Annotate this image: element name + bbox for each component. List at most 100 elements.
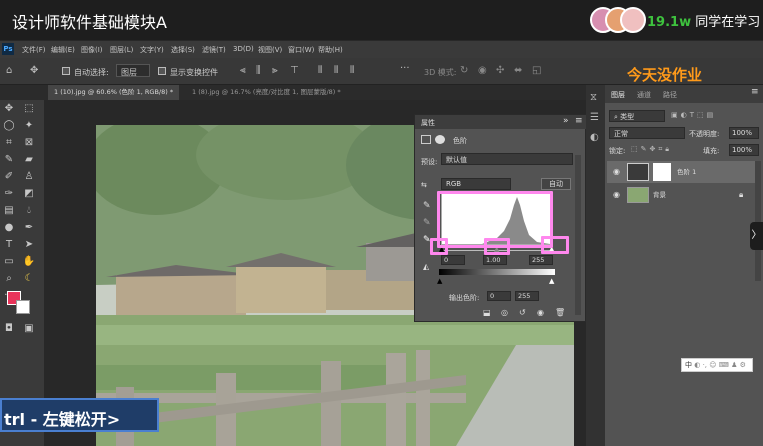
type-tool-icon[interactable]: T (2, 238, 16, 252)
auto-select-dropdown[interactable]: 图层 (116, 64, 150, 77)
3d-rotate-icon[interactable]: ↻ (460, 66, 468, 76)
distribute-icon[interactable]: ⫴ (334, 66, 338, 76)
clip-to-layer-icon[interactable]: ⬓ (483, 308, 491, 317)
zoom-tool-icon[interactable]: ⌕ (2, 272, 16, 286)
3d-roll-icon[interactable]: ◉ (478, 66, 487, 76)
move-tool-icon[interactable]: ✥ (30, 66, 38, 76)
3d-scale-icon[interactable]: ◱ (532, 66, 541, 76)
eyedropper-icon[interactable]: ✎ (2, 153, 16, 167)
auto-select-checkbox[interactable] (62, 67, 70, 75)
menu-file[interactable]: 文件(F) (22, 45, 46, 55)
blur-tool-icon[interactable]: 💧︎ (22, 204, 36, 218)
history-panel-icon[interactable]: ⧖ (590, 93, 597, 103)
distribute-icon[interactable]: ⫴ (318, 66, 322, 76)
tab-layers[interactable]: 图层 (611, 90, 625, 100)
menu-edit[interactable]: 编辑(E) (51, 45, 75, 55)
3d-pan-icon[interactable]: ✣ (496, 66, 504, 76)
channel-dropdown[interactable]: RGB (441, 178, 511, 190)
preset-dropdown[interactable]: 默认值 (441, 153, 573, 165)
visibility-icon[interactable]: ◉ (537, 308, 544, 317)
input-white-field[interactable]: 255 (529, 255, 553, 265)
path-select-icon[interactable]: ➤ (22, 238, 36, 252)
menu-help[interactable]: 帮助(H) (318, 45, 343, 55)
tab-document-1[interactable]: 1 (10).jpg @ 60.6% (色阶 1, RGB/8) * (48, 85, 180, 100)
menu-layer[interactable]: 图层(L) (110, 45, 133, 55)
crop-tool-icon[interactable]: ⌗ (2, 136, 16, 150)
gradient-tool-icon[interactable]: ▤ (2, 204, 16, 218)
gray-eyedropper-icon[interactable]: ✎ (423, 218, 431, 228)
screen-mode-icon[interactable]: ▣ (22, 322, 36, 336)
clipping-warning-icon[interactable]: ◭ (423, 262, 429, 271)
reset-icon[interactable]: ↺ (519, 308, 526, 317)
marquee-tool-icon[interactable]: ⬚ (22, 102, 36, 116)
panel-menu-icon[interactable]: ≡ (751, 87, 759, 97)
eraser-icon[interactable]: ◩ (22, 187, 36, 201)
menu-window[interactable]: 窗口(W) (288, 45, 314, 55)
distribute-icon[interactable]: ⫴ (350, 66, 354, 76)
delete-icon[interactable]: 🗑︎ (555, 308, 565, 317)
menu-type[interactable]: 文字(Y) (140, 45, 164, 55)
mask-icon[interactable] (435, 135, 445, 144)
background-color-swatch[interactable] (16, 300, 30, 314)
opacity-field[interactable]: 100% (729, 127, 759, 139)
tab-document-2[interactable]: 1 (8).jpg @ 16.7% (亮度/对比度 1, 图层蒙版/8) * (186, 85, 347, 100)
lasso-tool-icon[interactable]: ◯ (2, 119, 16, 133)
menu-image[interactable]: 图像(I) (81, 45, 103, 55)
menu-3d[interactable]: 3D(D) (233, 45, 254, 53)
auto-button[interactable]: 自动 (541, 178, 571, 190)
history-brush-icon[interactable]: ✑ (2, 187, 16, 201)
ime-mode[interactable]: 中 (685, 361, 692, 369)
output-white-field[interactable]: 255 (515, 291, 539, 301)
eye-icon[interactable]: ◉ (613, 161, 620, 183)
ime-icons[interactable]: ◐ ·, ☺ ⌨ ♟ ⚙ (694, 361, 746, 369)
layer-row-background[interactable]: ◉ 背景 🔒︎ (607, 184, 757, 206)
ime-toolbar[interactable]: 中 ◐ ·, ☺ ⌨ ♟ ⚙ (681, 358, 753, 372)
tab-channels[interactable]: 通道 (637, 90, 651, 100)
lock-icons[interactable]: ⬚✎✥⌗🔒︎ (631, 145, 672, 154)
dodge-tool-icon[interactable]: ● (2, 221, 16, 235)
align-left-icon[interactable]: ⫷ (240, 66, 246, 76)
3d-slide-icon[interactable]: ⬌ (514, 66, 522, 76)
side-expand-handle[interactable]: 〉 (750, 222, 763, 250)
input-black-field[interactable]: 0 (441, 255, 465, 265)
black-eyedropper-icon[interactable]: ✎ (423, 201, 431, 211)
home-icon[interactable]: ⌂ (6, 66, 12, 76)
brush-tool-icon[interactable]: ✐ (2, 170, 16, 184)
menu-select[interactable]: 选择(S) (171, 45, 195, 55)
align-top-icon[interactable]: ⊤ (290, 66, 299, 76)
panel-menu-icon[interactable]: ≡ (575, 116, 583, 126)
panel-scrollbar[interactable] (575, 155, 581, 315)
collapse-icon[interactable]: » (563, 116, 569, 126)
move-tool-icon[interactable]: ✥ (2, 102, 16, 116)
quick-mask-icon[interactable]: ◘ (2, 322, 16, 336)
pen-tool-icon[interactable]: ✒ (22, 221, 36, 235)
more-icon[interactable]: ··· (400, 64, 410, 74)
shape-tool-icon[interactable]: ▭ (2, 255, 16, 269)
menu-filter[interactable]: 滤镜(T) (202, 45, 226, 55)
stamp-tool-icon[interactable]: ♙ (22, 170, 36, 184)
align-center-icon[interactable]: ⫼ (256, 66, 261, 76)
ruler-icon[interactable]: ▰ (22, 153, 36, 167)
banana-icon[interactable]: ☾ (22, 272, 36, 286)
align-right-icon[interactable]: ⫸ (272, 66, 278, 76)
adjust-icon[interactable]: ⇆ (421, 181, 427, 189)
output-black-slider[interactable]: ▲ (437, 277, 442, 285)
properties-panel-icon[interactable]: ☰ (590, 113, 599, 123)
input-gamma-field[interactable]: 1.00 (483, 255, 507, 265)
hand-tool-icon[interactable]: ✋ (22, 255, 36, 269)
frame-tool-icon[interactable]: ⊠ (22, 136, 36, 150)
layer-filter-icons[interactable]: ▣◐T⬚▤ (671, 111, 716, 119)
menu-view[interactable]: 视图(V) (258, 45, 282, 55)
fill-field[interactable]: 100% (729, 144, 759, 156)
layer-row-levels[interactable]: ◉ 色阶 1 (607, 161, 757, 183)
tab-paths[interactable]: 路径 (663, 90, 677, 100)
eye-icon[interactable]: ◉ (613, 184, 620, 206)
output-white-slider[interactable]: ▲ (549, 277, 554, 285)
layer-filter-dropdown[interactable]: ⌕ 类型 (609, 110, 665, 122)
magic-wand-icon[interactable]: ✦ (22, 119, 36, 133)
adjustments-panel-icon[interactable]: ◐ (590, 133, 599, 143)
blend-mode-dropdown[interactable]: 正常 (609, 127, 685, 139)
output-black-field[interactable]: 0 (487, 291, 511, 301)
show-transform-checkbox[interactable] (158, 67, 166, 75)
layers-scrollbar[interactable] (755, 161, 761, 281)
